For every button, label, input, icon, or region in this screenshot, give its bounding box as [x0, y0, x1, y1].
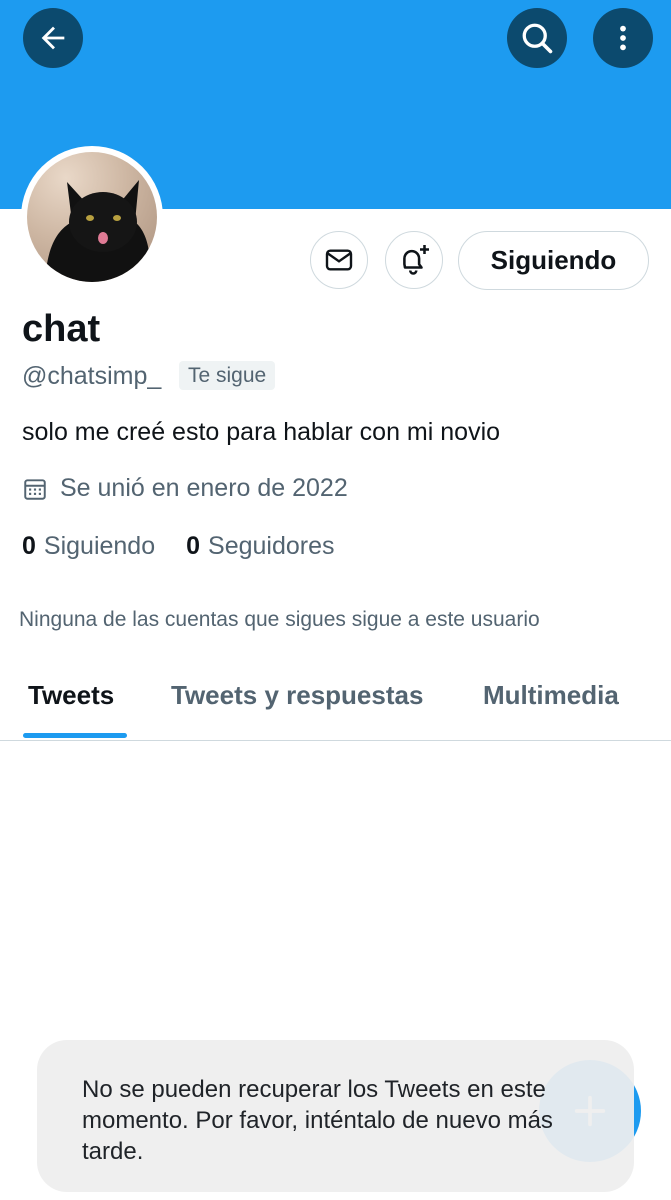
follows-you-badge: Te sigue — [179, 361, 276, 390]
tab-tweets-and-replies[interactable]: Tweets y respuestas — [171, 680, 423, 711]
tab-tweets[interactable]: Tweets — [28, 680, 114, 711]
tab-media[interactable]: Multimedia — [483, 680, 619, 711]
search-icon — [522, 23, 553, 54]
profile-tabs: Tweets Tweets y respuestas Multimedia — [0, 660, 671, 741]
following-count: 0 — [22, 532, 36, 560]
profile-bio: solo me creé esto para hablar con mi nov… — [22, 418, 501, 446]
following-label: Siguiendo — [43, 532, 156, 560]
envelope-icon — [325, 249, 353, 271]
followers-stat[interactable]: 0 Seguidores — [186, 532, 334, 561]
display-name: chat — [22, 308, 101, 350]
followers-label: Seguidores — [208, 532, 335, 560]
more-vertical-icon — [620, 25, 626, 51]
bell-plus-icon — [403, 245, 429, 275]
back-button[interactable] — [23, 8, 83, 68]
error-toast: No se pueden recuperar los Tweets en est… — [37, 1040, 634, 1192]
more-options-button[interactable] — [593, 8, 653, 68]
join-date-text: Se unió en enero de 2022 — [60, 474, 348, 502]
toast-message: No se pueden recuperar los Tweets en est… — [82, 1076, 553, 1165]
mutual-followers-note: Ninguna de las cuentas que sigues sigue … — [19, 608, 540, 631]
followers-count: 0 — [186, 532, 201, 560]
search-button[interactable] — [507, 8, 567, 68]
avatar[interactable] — [21, 146, 163, 288]
calendar-icon — [24, 478, 46, 500]
arrow-left-icon — [41, 26, 65, 50]
following-button[interactable]: Siguiendo — [458, 231, 649, 290]
notifications-button[interactable] — [385, 231, 443, 289]
join-date: Se unió en enero de 2022 — [22, 474, 348, 503]
user-handle: @chatsimp_ — [22, 362, 162, 390]
active-tab-indicator — [23, 733, 127, 738]
cat-avatar-icon — [45, 180, 150, 282]
avatar-image — [27, 152, 157, 282]
follow-stats: 0 Siguiendo 0 Seguidores — [22, 532, 366, 561]
following-stat[interactable]: 0 Siguiendo — [22, 532, 155, 561]
message-button[interactable] — [310, 231, 368, 289]
